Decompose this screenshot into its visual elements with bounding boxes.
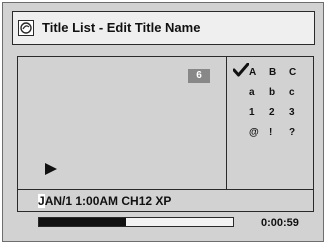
play-icon: [45, 163, 57, 175]
char-key[interactable]: b: [269, 87, 275, 98]
character-set-panel[interactable]: A B Ca b c 1 2 3 @!?: [227, 57, 313, 189]
disc-icon: [18, 20, 34, 36]
title-preview: 6: [18, 57, 226, 189]
title-number-badge: 6: [188, 69, 210, 83]
char-row: A B C: [249, 67, 309, 81]
progress-fill: [39, 218, 127, 226]
page-title: Title List - Edit Title Name: [42, 20, 201, 35]
checkmark-icon: [233, 63, 249, 77]
char-row: @!?: [249, 127, 309, 141]
char-key[interactable]: @: [249, 127, 259, 138]
elapsed-time: 0:00:59: [261, 217, 299, 229]
title-name-rest: AN/1 1:00AM CH12 XP: [44, 194, 172, 208]
char-key[interactable]: a: [249, 87, 255, 98]
title-name-text[interactable]: JAN/1 1:00AM CH12 XP: [38, 194, 171, 208]
char-row: a b c: [249, 87, 309, 101]
char-key[interactable]: C: [289, 67, 296, 78]
char-key[interactable]: A: [249, 67, 256, 78]
title-info-row[interactable]: JAN/1 1:00AM CH12 XP: [17, 190, 314, 212]
text-cursor: J: [38, 194, 45, 208]
char-row: 1 2 3: [249, 107, 309, 121]
progress-row: 0:00:59: [17, 212, 314, 234]
char-key[interactable]: ?: [289, 127, 295, 138]
char-key[interactable]: c: [289, 87, 295, 98]
char-key[interactable]: 3: [289, 107, 295, 118]
main-panel: 6 A B Ca b c 1 2 3 @!?: [17, 56, 314, 190]
title-list-edit-screen: Title List - Edit Title Name 6 A B Ca b c 1 2 3…: [2, 2, 324, 242]
char-key[interactable]: 2: [269, 107, 275, 118]
char-key[interactable]: B: [269, 67, 276, 78]
progress-bar: [38, 217, 234, 227]
char-key[interactable]: !: [269, 127, 272, 138]
title-bar: Title List - Edit Title Name: [12, 11, 315, 45]
char-key[interactable]: 1: [249, 107, 255, 118]
